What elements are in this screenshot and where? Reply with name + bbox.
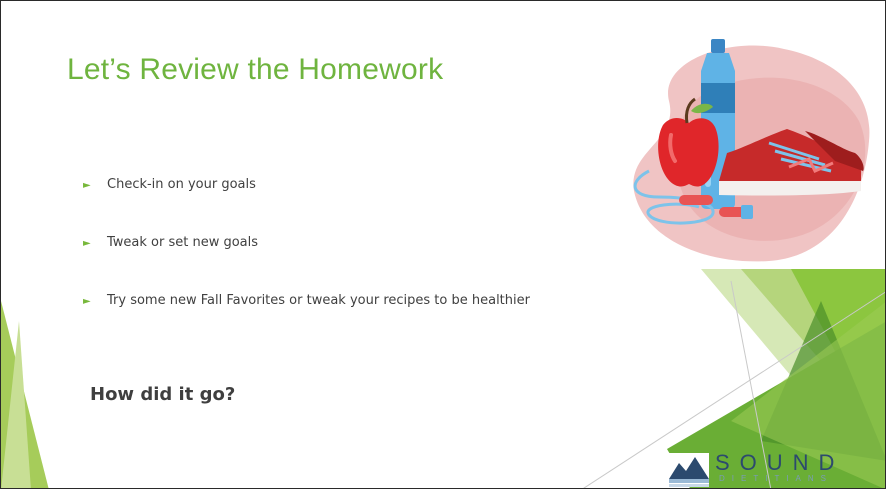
bullet-text: Tweak or set new goals: [107, 235, 259, 250]
sound-dietitians-logo: SOUND DIETITIANS: [667, 447, 885, 488]
bullet-arrow-icon: ►: [83, 238, 91, 249]
bullet-arrow-icon: ►: [83, 180, 91, 191]
bullet-text: Try some new Fall Favorites or tweak you…: [107, 293, 530, 308]
logo-subtitle: DIETITIANS: [719, 474, 834, 483]
bullet-item: ► Tweak or set new goals: [83, 235, 258, 250]
slide-title: Let’s Review the Homework: [67, 53, 444, 86]
bullet-item: ► Try some new Fall Favorites or tweak yo…: [83, 293, 530, 308]
bullet-arrow-icon: ►: [83, 296, 91, 307]
discussion-question: How did it go?: [90, 384, 236, 405]
logo-wordmark: SOUND: [715, 450, 845, 475]
bullet-item: ► Check-in on your goals: [83, 177, 256, 192]
fitness-illustration: [633, 39, 870, 262]
slide: Let’s Review the Homework ► Check-in on y…: [0, 0, 886, 489]
mountain-logo-icon: [669, 453, 709, 487]
bullet-text: Check-in on your goals: [107, 177, 256, 192]
